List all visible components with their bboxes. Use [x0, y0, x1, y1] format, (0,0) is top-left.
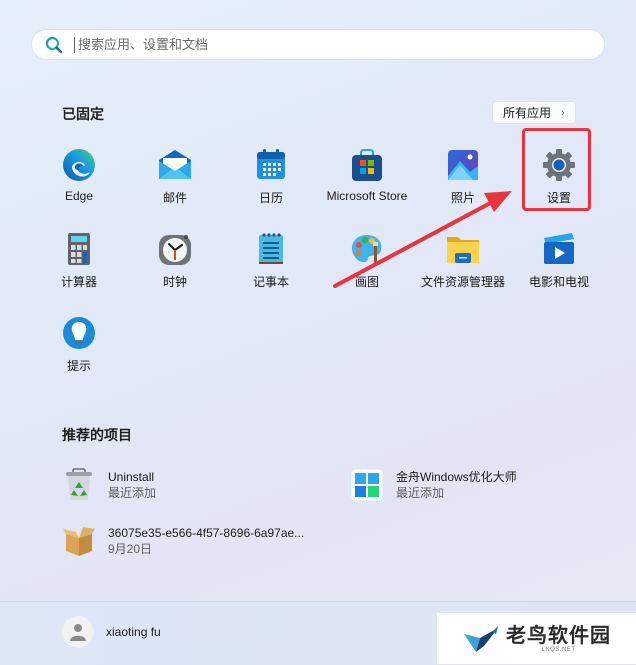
search-box[interactable]: [31, 29, 605, 60]
pinned-app-file-explorer[interactable]: 文件资源管理器: [415, 232, 511, 302]
app-label: 画图: [354, 275, 379, 289]
watermark: 老鸟软件园 LNQS.NET: [437, 613, 636, 664]
app-label: 文件资源管理器: [420, 275, 505, 289]
pinned-app-calendar[interactable]: 日历: [223, 148, 319, 218]
text-caret: [74, 36, 75, 53]
all-apps-button[interactable]: 所有应用 ›: [492, 101, 576, 124]
pinned-app-microsoft-store[interactable]: Microsoft Store: [319, 148, 415, 218]
recommended-section-title: 推荐的项目: [62, 427, 132, 443]
chevron-right-icon: ›: [561, 106, 565, 119]
paint-palette-icon: [350, 232, 384, 266]
pinned-app-settings[interactable]: 设置: [511, 148, 607, 218]
pinned-app-photos[interactable]: 照片: [415, 148, 511, 218]
store-icon: [350, 148, 384, 182]
watermark-url: LNQS.NET: [541, 646, 576, 653]
watermark-title: 老鸟软件园: [506, 624, 611, 647]
search-input[interactable]: [76, 36, 560, 53]
pinned-app-movies-tv[interactable]: 电影和电视: [511, 232, 607, 302]
recommended-item-jinzhou-optimizer[interactable]: 金舟Windows优化大师 最近添加: [350, 465, 517, 505]
folder-icon: [446, 232, 480, 266]
notepad-icon: [254, 232, 288, 266]
calendar-icon: [254, 148, 288, 182]
pinned-app-calculator[interactable]: 计算器: [31, 232, 127, 302]
photos-icon: [446, 148, 480, 182]
calculator-icon: [62, 232, 96, 266]
all-apps-label: 所有应用: [503, 106, 552, 120]
recommended-item-subtitle: 最近添加: [108, 486, 157, 500]
user-name: xiaoting fu: [106, 625, 161, 639]
pinned-app-paint[interactable]: 画图: [319, 232, 415, 302]
app-label: 提示: [66, 359, 91, 373]
search-icon: [45, 36, 63, 53]
clock-icon: [158, 232, 192, 266]
recommended-item-subtitle: 9月20日: [108, 542, 153, 556]
app-label: 设置: [546, 191, 571, 205]
pinned-app-clock[interactable]: 时钟: [127, 232, 223, 302]
pinned-app-mail[interactable]: 邮件: [127, 148, 223, 218]
package-box-icon: [62, 524, 96, 558]
recommended-item-uninstall[interactable]: Uninstall 最近添加: [62, 465, 156, 505]
recommended-item-name: Uninstall: [108, 470, 155, 484]
app-label: Edge: [64, 189, 94, 203]
app-label: 记事本: [252, 275, 289, 289]
app-label: 邮件: [162, 191, 187, 205]
app-label: 照片: [450, 191, 475, 205]
pinned-app-notepad[interactable]: 记事本: [223, 232, 319, 302]
movies-play-icon: [542, 232, 576, 266]
pinned-app-tips[interactable]: 提示: [31, 316, 127, 386]
settings-gear-icon: [542, 148, 576, 182]
user-account-button[interactable]: xiaoting fu: [62, 616, 161, 648]
recommended-item-name: 36075e35-e566-4f57-8696-6a97ae...: [108, 526, 305, 540]
user-avatar-icon: [62, 616, 94, 648]
windows-tiles-icon: [350, 468, 384, 502]
app-label: Microsoft Store: [326, 189, 408, 203]
recycle-bin-icon: [62, 468, 96, 502]
recommended-item-name: 金舟Windows优化大师: [396, 470, 517, 484]
recommended-item-subtitle: 最近添加: [396, 486, 445, 500]
app-label: 日历: [258, 191, 283, 205]
edge-icon: [62, 148, 96, 182]
app-label: 时钟: [162, 275, 187, 289]
pinned-app-edge[interactable]: Edge: [31, 148, 127, 218]
bird-logo-icon: [464, 625, 498, 652]
recommended-item-package[interactable]: 36075e35-e566-4f57-8696-6a97ae... 9月20日: [62, 521, 304, 561]
pinned-section-title: 已固定: [62, 106, 104, 122]
tips-lightbulb-icon: [62, 316, 96, 350]
app-label: 电影和电视: [528, 275, 589, 289]
app-label: 计算器: [60, 275, 97, 289]
mail-icon: [158, 148, 192, 182]
